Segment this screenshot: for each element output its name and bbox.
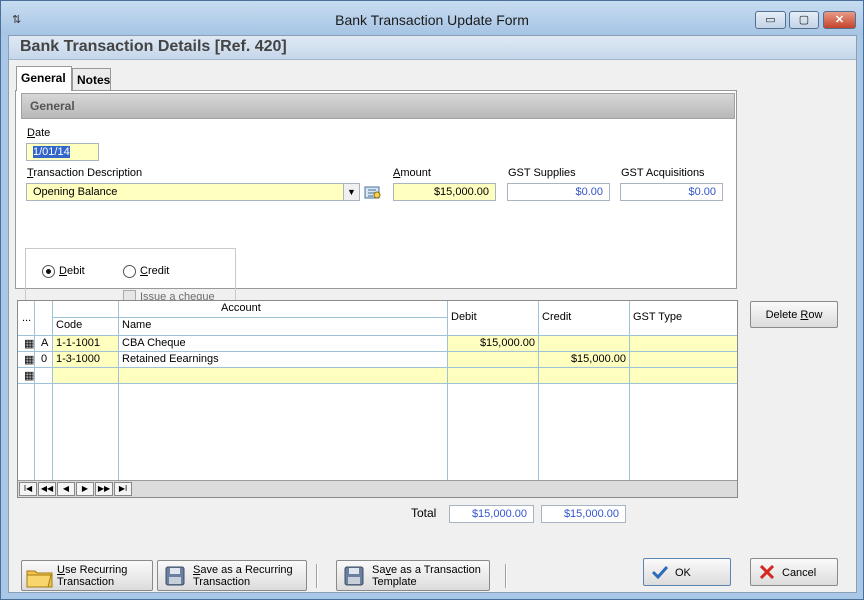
gst-acquisitions-field[interactable]: $0.00 [620, 183, 723, 201]
row-code[interactable] [53, 368, 118, 383]
save-template-label: Save as a Transaction Template [372, 564, 481, 588]
row-credit[interactable] [539, 368, 629, 383]
row-debit[interactable] [448, 352, 538, 367]
toolbar-separator [316, 564, 318, 588]
date-value: 1/01/14 [33, 146, 70, 158]
amount-label: Amount [393, 167, 431, 179]
amount-field[interactable]: $15,000.00 [393, 183, 496, 201]
tab-notes[interactable]: Notes [72, 68, 111, 90]
row-gst-type[interactable] [630, 336, 737, 351]
window: ⇅ Bank Transaction Update Form ▭ ▢ ✕ Ban… [0, 0, 864, 600]
cancel-label: Cancel [782, 567, 817, 579]
first-record-button[interactable]: I◀ [19, 482, 37, 496]
use-recurring-label: Use Recurring Transaction [57, 564, 128, 588]
save-recurring-button[interactable]: Save as a Recurring Transaction [157, 560, 307, 591]
credit-header[interactable]: Credit [539, 310, 574, 325]
maximize-button[interactable]: ▢ [789, 11, 819, 29]
next-page-button[interactable]: ▶▶ [95, 482, 113, 496]
close-button[interactable]: ✕ [823, 11, 856, 29]
account-header: Account [221, 302, 261, 314]
row-name[interactable]: CBA Cheque [119, 336, 447, 351]
group-title: General [30, 99, 75, 113]
form-header: Bank Transaction Details [Ref. 420] [9, 36, 856, 60]
table-row[interactable]: ▦ 0 1-3-1000 Retained Eearnings $15,000.… [18, 352, 737, 368]
description-combo[interactable]: Opening Balance ▼ [26, 183, 360, 201]
row-credit[interactable]: $15,000.00 [539, 352, 629, 367]
use-recurring-button[interactable]: Use Recurring Transaction [21, 560, 153, 591]
row-name[interactable] [119, 368, 447, 383]
last-record-button[interactable]: ▶I [114, 482, 132, 496]
checkmark-icon [651, 565, 669, 582]
description-value: Opening Balance [33, 186, 118, 198]
toolbar-separator [505, 564, 507, 588]
save-disk-icon [344, 566, 364, 589]
row-flag [38, 368, 44, 383]
ok-button[interactable]: OK [643, 558, 731, 586]
delete-row-button[interactable]: Delete Row [750, 301, 838, 328]
chevron-down-icon[interactable]: ▼ [343, 184, 359, 200]
general-panel: General Date 1/01/14 Transaction Descrip… [15, 90, 737, 315]
account-grid: ... Account Code Name Debit Credit GST T… [17, 300, 738, 498]
gst-acquisitions-label: GST Acquisitions [621, 167, 705, 179]
folder-icon [26, 566, 54, 591]
save-disk-icon [165, 566, 185, 589]
row-gst-type[interactable] [630, 352, 737, 367]
row-selector-icon[interactable]: ▦ [21, 336, 37, 351]
next-record-button[interactable]: ▶ [76, 482, 94, 496]
row-code[interactable]: 1-3-1000 [53, 352, 118, 367]
date-field[interactable]: 1/01/14 [26, 143, 99, 161]
cancel-x-icon [759, 564, 775, 582]
credit-radio-label[interactable]: Credit [140, 265, 169, 277]
ok-label: OK [675, 567, 691, 579]
code-header[interactable]: Code [53, 318, 85, 333]
gst-type-header[interactable]: GST Type [630, 310, 685, 325]
save-recurring-label: Save as a Recurring Transaction [193, 564, 293, 588]
general-group-header: General [21, 93, 735, 119]
row-selector-icon[interactable]: ▦ [21, 368, 37, 383]
selector-header: ... [22, 312, 32, 324]
description-label: Transaction Description [27, 167, 143, 179]
row-debit[interactable]: $15,000.00 [448, 336, 538, 351]
name-header[interactable]: Name [119, 318, 154, 333]
gst-supplies-label: GST Supplies [508, 167, 576, 179]
table-row[interactable]: ▦ A 1-1-1001 CBA Cheque $15,000.00 [18, 336, 737, 352]
row-debit[interactable] [448, 368, 538, 383]
record-navigator: I◀ ◀◀ ◀ ▶ ▶▶ ▶I [18, 480, 737, 497]
row-flag: A [41, 337, 49, 349]
row-selector-icon[interactable]: ▦ [21, 352, 37, 367]
debit-header[interactable]: Debit [448, 310, 480, 325]
cancel-button[interactable]: Cancel [750, 558, 838, 586]
table-row[interactable]: ▦ [18, 368, 737, 384]
credit-radio[interactable] [123, 265, 136, 278]
total-debit: $15,000.00 [449, 505, 534, 523]
total-credit: $15,000.00 [541, 505, 626, 523]
total-label: Total [411, 506, 437, 520]
tab-general[interactable]: General [16, 66, 72, 91]
debit-radio-label[interactable]: Debit [59, 265, 85, 277]
row-gst-type[interactable] [630, 368, 737, 383]
title-bar: ⇅ Bank Transaction Update Form ▭ ▢ ✕ [1, 1, 863, 35]
lookup-icon[interactable] [364, 184, 386, 204]
date-label: Date [27, 127, 51, 139]
row-code[interactable]: 1-1-1001 [53, 336, 118, 351]
minimize-button[interactable]: ▭ [755, 11, 786, 29]
gst-supplies-field[interactable]: $0.00 [507, 183, 610, 201]
debit-radio[interactable] [42, 265, 55, 278]
client-area: Bank Transaction Details [Ref. 420] Gene… [8, 35, 857, 593]
window-title: Bank Transaction Update Form [335, 12, 529, 28]
page-title: Bank Transaction Details [Ref. 420] [20, 38, 287, 55]
prev-page-button[interactable]: ◀◀ [38, 482, 56, 496]
prev-record-button[interactable]: ◀ [57, 482, 75, 496]
row-name[interactable]: Retained Eearnings [119, 352, 447, 367]
row-credit[interactable] [539, 336, 629, 351]
save-template-button[interactable]: Save as a Transaction Template [336, 560, 490, 591]
row-flag: 0 [41, 353, 48, 365]
